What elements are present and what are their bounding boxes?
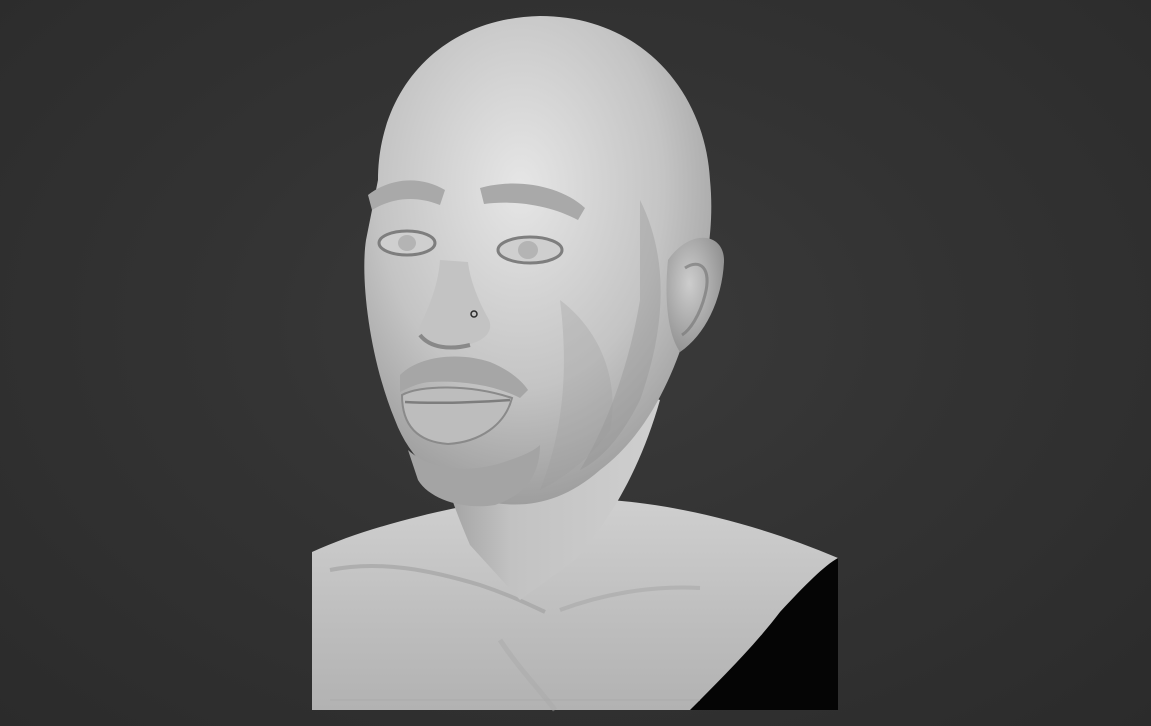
sculpt-render[interactable] — [0, 0, 1151, 726]
bust-ear — [666, 237, 725, 352]
3d-viewport[interactable] — [0, 0, 1151, 726]
